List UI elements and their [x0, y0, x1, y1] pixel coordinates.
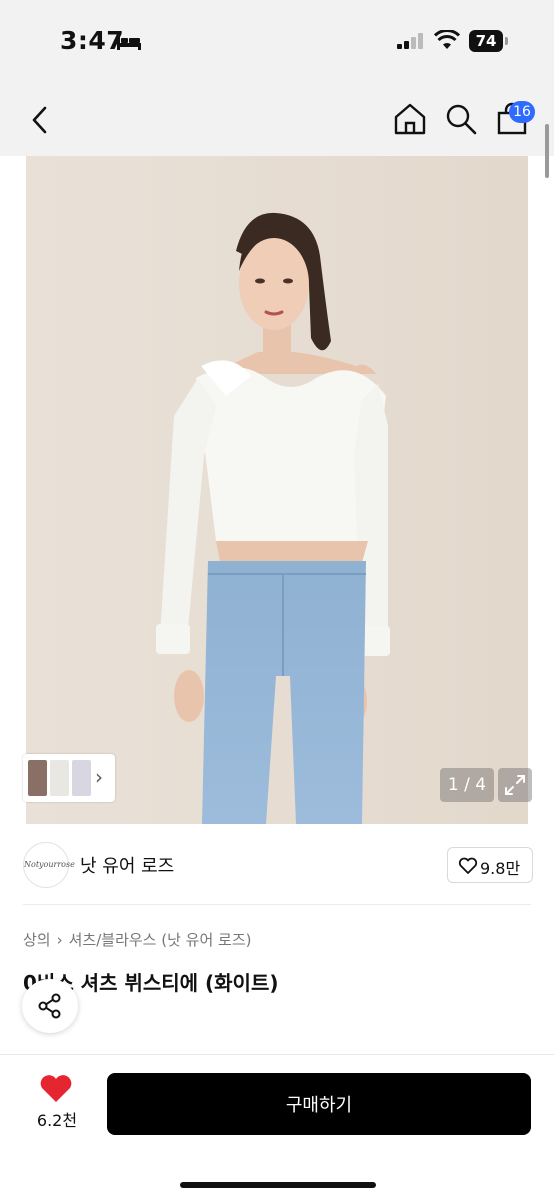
- cart-count-badge: 16: [509, 101, 535, 123]
- share-button[interactable]: [22, 979, 78, 1033]
- product-image[interactable]: [26, 156, 528, 824]
- search-icon[interactable]: [444, 102, 478, 136]
- cellular-signal-icon: [397, 33, 423, 49]
- expand-icon[interactable]: [498, 768, 532, 802]
- breadcrumb: 상의 › 셔츠/블라우스 (낫 유어 로즈): [23, 929, 251, 950]
- chevron-right-icon[interactable]: ›: [95, 765, 103, 789]
- thumbnail-1[interactable]: [28, 760, 47, 796]
- sleep-focus-icon: [117, 35, 141, 50]
- status-time: 3:47: [60, 26, 125, 55]
- back-arrow-icon[interactable]: [26, 104, 54, 136]
- wifi-icon: [434, 30, 460, 49]
- thumbnail-2[interactable]: [50, 760, 69, 796]
- brand-like-count: 9.8만: [480, 859, 521, 878]
- brand-like-button[interactable]: 9.8만: [447, 847, 533, 883]
- status-bar: 3:47 74: [0, 0, 554, 80]
- like-count: 6.2천: [36, 1111, 78, 1130]
- breadcrumb-item[interactable]: 상의: [23, 931, 51, 949]
- product-photo-illustration: [26, 156, 528, 824]
- battery-icon: 74: [469, 30, 503, 52]
- top-nav: [0, 80, 554, 156]
- buy-button[interactable]: 구매하기: [107, 1073, 531, 1135]
- share-icon: [38, 993, 61, 1019]
- brand-name[interactable]: 낫 유어 로즈: [80, 852, 174, 878]
- bottom-bar-divider: [0, 1054, 554, 1055]
- heart-filled-icon[interactable]: [36, 1074, 76, 1104]
- heart-outline-icon: [458, 857, 478, 874]
- brand-logo[interactable]: Notyourrose: [23, 842, 75, 888]
- scrollbar[interactable]: [545, 124, 549, 178]
- battery-tip: [505, 37, 508, 45]
- image-thumbnails[interactable]: ›: [23, 754, 115, 802]
- home-indicator[interactable]: [180, 1182, 376, 1188]
- divider: [23, 904, 531, 905]
- image-counter: 1 / 4: [440, 768, 494, 802]
- home-icon[interactable]: [392, 102, 428, 136]
- breadcrumb-item[interactable]: 셔츠/블라우스 (낫 유어 로즈): [69, 931, 252, 949]
- breadcrumb-chevron-icon: ›: [56, 931, 63, 949]
- thumbnail-3[interactable]: [72, 760, 91, 796]
